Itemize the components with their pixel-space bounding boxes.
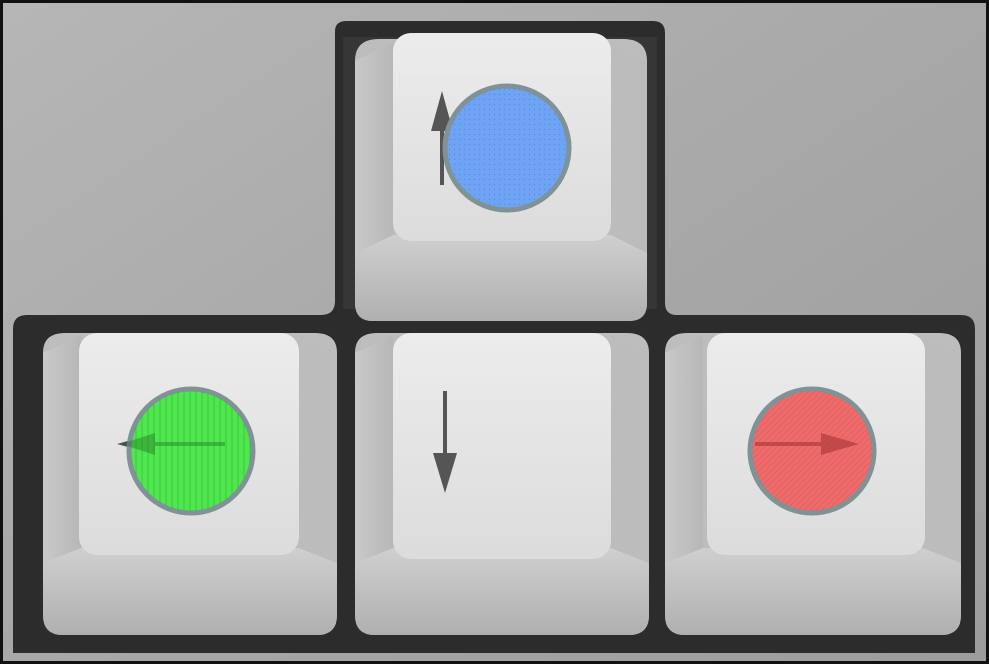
photo-frame: [0, 0, 989, 664]
keyboard-photo: [3, 3, 986, 661]
down-keycap-top: [393, 333, 611, 559]
blue-marker[interactable]: [442, 83, 572, 213]
down-key[interactable]: [355, 333, 649, 635]
red-marker[interactable]: [747, 386, 877, 516]
